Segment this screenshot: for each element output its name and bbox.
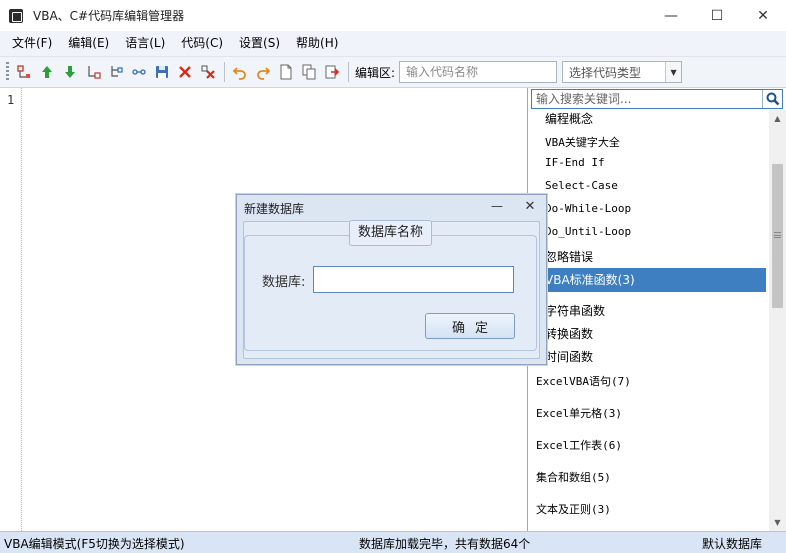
- dialog-title: 新建数据库: [244, 202, 305, 216]
- status-message: 数据库加载完毕，共有数据64个: [359, 537, 531, 551]
- tree-category[interactable]: 集合和数组(5): [536, 469, 611, 485]
- line-number: 1: [7, 93, 15, 107]
- dialog-minimize-icon[interactable]: —: [486, 196, 508, 216]
- window-title: VBA、C#代码库编辑管理器: [33, 9, 185, 23]
- code-type-value: 选择代码类型: [569, 65, 642, 80]
- tree-item[interactable]: Select-Case: [545, 179, 618, 192]
- toolbar-separator: [348, 62, 349, 82]
- menu-language[interactable]: 语言(L): [117, 31, 173, 56]
- tree-item-selected[interactable]: VBA标准函数(3): [528, 268, 766, 292]
- menu-code[interactable]: 代码(C): [173, 31, 231, 56]
- title-bar: VBA、C#代码库编辑管理器 — ☐ ✕: [0, 0, 786, 31]
- ok-button[interactable]: 确定: [425, 313, 515, 339]
- tree-item[interactable]: 时间函数: [545, 348, 593, 365]
- app-icon: [9, 8, 23, 23]
- code-tree: 编程概念 VBA关键字大全 IF-End If Select-Case Do-W…: [528, 110, 768, 531]
- tree-item[interactable]: VBA关键字大全: [545, 134, 620, 150]
- database-name-input[interactable]: [313, 266, 514, 293]
- group-label: 数据库名称: [349, 220, 433, 246]
- tree-item[interactable]: 转换函数: [545, 325, 593, 342]
- new-database-dialog: 新建数据库 — ✕ 数据库名称 数据库: 确定: [236, 194, 547, 365]
- search-icon[interactable]: [762, 90, 782, 108]
- toolbar-grip[interactable]: [6, 62, 9, 82]
- edit-area-label: 编辑区:: [355, 65, 396, 80]
- save-db-icon[interactable]: [151, 61, 172, 83]
- menu-edit[interactable]: 编辑(E): [60, 31, 117, 56]
- copy-icon[interactable]: [298, 61, 319, 83]
- add-sibling-icon[interactable]: [105, 61, 126, 83]
- toolbar-separator: [224, 62, 225, 82]
- line-gutter: 1: [0, 88, 22, 531]
- tree-item[interactable]: 忽略错误: [545, 248, 593, 265]
- scroll-up-icon[interactable]: ▲: [769, 110, 786, 127]
- grip-icon: [774, 232, 781, 238]
- export-icon[interactable]: [321, 61, 342, 83]
- move-up-icon[interactable]: [36, 61, 57, 83]
- status-mode: VBA编辑模式(F5切换为选择模式): [4, 537, 185, 551]
- code-tree-panel: 编程概念 VBA关键字大全 IF-End If Select-Case Do-W…: [527, 88, 786, 531]
- delete-all-icon[interactable]: [197, 61, 218, 83]
- chevron-down-icon[interactable]: ▼: [665, 62, 682, 82]
- menu-file[interactable]: 文件(F): [4, 31, 60, 56]
- maximize-button[interactable]: ☐: [694, 0, 740, 31]
- scroll-thumb[interactable]: [772, 164, 783, 308]
- menu-help[interactable]: 帮助(H): [288, 31, 346, 56]
- move-down-icon[interactable]: [59, 61, 80, 83]
- add-child-icon[interactable]: [82, 61, 103, 83]
- tree-item[interactable]: IF-End If: [545, 156, 605, 169]
- window-controls: — ☐ ✕: [648, 0, 786, 31]
- database-label: 数据库:: [262, 275, 306, 290]
- tree-scrollbar[interactable]: ▲ ▼: [769, 110, 786, 531]
- close-button[interactable]: ✕: [740, 0, 786, 31]
- search-box: [531, 89, 783, 109]
- delete-node-icon[interactable]: [174, 61, 195, 83]
- tree-category[interactable]: Excel单元格(3): [536, 405, 622, 421]
- redo-icon[interactable]: [252, 61, 273, 83]
- tree-category[interactable]: ExcelVBA语句(7): [536, 373, 631, 389]
- search-input[interactable]: [532, 90, 762, 108]
- tree-item[interactable]: 编程概念: [545, 110, 593, 127]
- scroll-down-icon[interactable]: ▼: [769, 514, 786, 531]
- link-icon[interactable]: [128, 61, 149, 83]
- toolbar: 编辑区: 选择代码类型 ▼: [0, 56, 786, 88]
- code-name-input[interactable]: [399, 61, 558, 83]
- status-bar: VBA编辑模式(F5切换为选择模式) 数据库加载完毕，共有数据64个 默认数据库: [0, 531, 786, 553]
- status-database: 默认数据库: [701, 537, 762, 551]
- tree-item[interactable]: 字符串函数: [545, 302, 605, 319]
- menu-settings[interactable]: 设置(S): [231, 31, 288, 56]
- undo-icon[interactable]: [229, 61, 250, 83]
- dialog-close-icon[interactable]: ✕: [519, 196, 541, 216]
- tree-item[interactable]: Do_Until-Loop: [545, 225, 631, 238]
- new-node-icon[interactable]: [13, 61, 34, 83]
- menu-bar: 文件(F) 编辑(E) 语言(L) 代码(C) 设置(S) 帮助(H): [0, 31, 786, 56]
- code-type-select[interactable]: 选择代码类型 ▼: [562, 61, 683, 83]
- tree-category[interactable]: 文本及正则(3): [536, 501, 611, 517]
- tree-item[interactable]: Do-While-Loop: [545, 202, 631, 215]
- minimize-button[interactable]: —: [648, 0, 694, 31]
- new-file-icon[interactable]: [275, 61, 296, 83]
- tree-category[interactable]: Excel工作表(6): [536, 437, 622, 453]
